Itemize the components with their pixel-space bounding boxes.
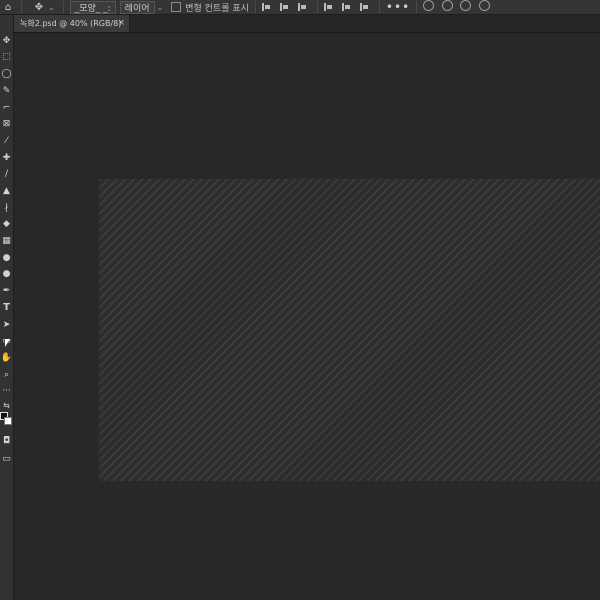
chevron-down-icon[interactable]: ⌄ <box>48 3 55 12</box>
marquee-tool-icon[interactable]: ⬚ <box>0 50 13 64</box>
3d-slide-icon[interactable] <box>478 0 490 11</box>
align-right-icon[interactable] <box>297 3 311 11</box>
align-bottom-icon[interactable] <box>359 3 373 11</box>
close-icon[interactable]: × <box>117 18 125 28</box>
align-left-icon[interactable] <box>261 3 275 11</box>
more-options-button[interactable]: ••• <box>386 0 410 14</box>
zoom-tool-icon[interactable]: ⌕ <box>0 368 13 382</box>
layer-select[interactable]: 레이어 <box>119 0 155 14</box>
document-tab-bar: 녹화2.psd @ 40% (RGB/8) × <box>14 15 600 33</box>
quick-mask-icon[interactable]: ◘ <box>0 434 13 448</box>
blur-tool-icon[interactable]: ● <box>0 251 13 265</box>
frame-tool-icon[interactable]: ⊠ <box>0 117 13 131</box>
show-transform-label: 변형 컨트롤 표시 <box>185 3 249 14</box>
hand-tool-icon[interactable]: ✋ <box>0 351 13 365</box>
move-tool-icon[interactable]: ✥ <box>32 2 46 13</box>
document-tab[interactable]: 녹화2.psd @ 40% (RGB/8) × <box>14 15 130 32</box>
divider <box>378 1 380 13</box>
show-transform-controls[interactable]: 변형 컨트롤 표시 <box>171 0 249 14</box>
home-icon[interactable]: ⌂ <box>1 0 15 14</box>
document-tab-title: 녹화2.psd @ 40% (RGB/8) <box>20 19 122 28</box>
divider <box>316 1 318 13</box>
dodge-tool-icon[interactable]: ● <box>0 267 13 281</box>
options-bar: ⌂ ✥ ⌄ _모양_ _: 레이어 ⌄ 변형 컨트롤 표시 ••• <box>0 0 600 15</box>
more-tools-icon[interactable]: ··· <box>0 384 13 398</box>
screen-mode-icon[interactable]: ▭ <box>0 452 13 466</box>
3d-pan-icon[interactable] <box>460 0 472 11</box>
healing-tool-icon[interactable]: ✚ <box>0 151 13 165</box>
align-top-icon[interactable] <box>323 3 337 11</box>
stamp-tool-icon[interactable]: ▲ <box>0 184 13 198</box>
divider <box>416 1 418 13</box>
brush-tool-icon[interactable]: ∕ <box>0 167 13 181</box>
quick-select-tool-icon[interactable]: ✎ <box>0 84 13 98</box>
crop-tool-icon[interactable]: ⌐ <box>0 101 13 115</box>
mouse-cursor-icon <box>5 339 10 347</box>
background-color-swatch[interactable] <box>4 417 12 425</box>
3d-roll-icon[interactable] <box>441 0 453 11</box>
chevron-down-icon[interactable]: ⌄ <box>157 3 164 12</box>
path-select-tool-icon[interactable]: ➤ <box>0 318 13 332</box>
divider <box>254 1 256 13</box>
auto-select-field[interactable]: _모양_ _: <box>69 0 116 14</box>
divider <box>62 1 64 13</box>
show-transform-checkbox[interactable] <box>171 2 182 12</box>
document-canvas[interactable] <box>99 179 600 481</box>
type-tool-icon[interactable]: T <box>0 301 13 315</box>
align-center-icon[interactable] <box>279 3 293 11</box>
3d-orbit-icon[interactable] <box>423 0 435 11</box>
eraser-tool-icon[interactable]: ◆ <box>0 217 13 231</box>
eyedropper-tool-icon[interactable]: ⁄ <box>0 134 13 148</box>
align-middle-icon[interactable] <box>341 3 355 11</box>
tools-panel: ✥ ⬚ ◯ ✎ ⌐ ⊠ ⁄ ✚ ∕ ▲ ∤ ◆ ▦ ● ● ✒ T ➤ ▭ ✋ … <box>0 15 14 600</box>
gradient-tool-icon[interactable]: ▦ <box>0 234 13 248</box>
divider <box>21 1 22 13</box>
align-vertical-buttons <box>323 3 373 11</box>
pen-tool-icon[interactable]: ✒ <box>0 284 13 298</box>
history-brush-tool-icon[interactable]: ∤ <box>0 201 13 215</box>
3d-mode-icons <box>423 0 494 14</box>
swap-colors-icon[interactable]: ⇆ <box>0 399 13 413</box>
align-buttons <box>261 3 311 11</box>
move-tool-icon[interactable]: ✥ <box>0 34 13 48</box>
lasso-tool-icon[interactable]: ◯ <box>0 67 13 81</box>
